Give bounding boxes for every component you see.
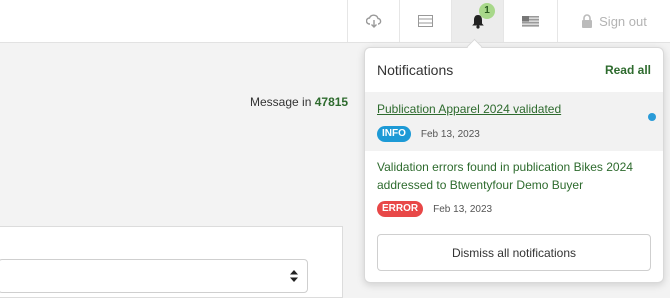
notification-date: Feb 13, 2023: [420, 128, 480, 140]
message-info: Message in 47815: [250, 95, 348, 109]
cloud-download-button[interactable]: [347, 0, 399, 42]
language-button[interactable]: [503, 0, 557, 42]
notification-title[interactable]: Publication Apparel 2024 validated: [377, 100, 561, 118]
content-panel: [0, 226, 343, 298]
error-badge: ERROR: [377, 201, 424, 217]
info-badge: INFO: [377, 126, 411, 142]
sort-arrows-icon: [290, 270, 298, 282]
sign-out-button[interactable]: Sign out: [557, 0, 670, 42]
list-button[interactable]: [399, 0, 451, 42]
notification-meta: ERROR Feb 13, 2023: [377, 201, 492, 217]
message-prefix: Message in: [250, 95, 312, 109]
list-icon: [418, 15, 433, 27]
message-number[interactable]: 47815: [315, 95, 348, 109]
cloud-download-icon: [365, 14, 381, 28]
notifications-title: Notifications: [377, 62, 454, 78]
top-bar: 1 Sign out: [0, 0, 670, 43]
notification-count-badge: 1: [479, 3, 495, 19]
notification-date: Feb 13, 2023: [433, 203, 493, 215]
dropdown-select[interactable]: [0, 259, 308, 293]
notifications-button[interactable]: 1: [451, 0, 503, 42]
notifications-popover: Notifications Read all Publication Appar…: [364, 47, 664, 283]
sign-out-label: Sign out: [599, 13, 647, 29]
unread-dot: [648, 113, 656, 121]
notification-title[interactable]: Validation errors found in publication B…: [377, 158, 647, 194]
lock-icon: [582, 14, 593, 28]
dismiss-all-button[interactable]: Dismiss all notifications: [377, 234, 651, 271]
read-all-link[interactable]: Read all: [605, 63, 651, 77]
notification-meta: INFO Feb 13, 2023: [377, 126, 480, 142]
us-flag-icon: [522, 15, 539, 27]
notification-item[interactable]: Publication Apparel 2024 validated INFO …: [365, 92, 663, 151]
